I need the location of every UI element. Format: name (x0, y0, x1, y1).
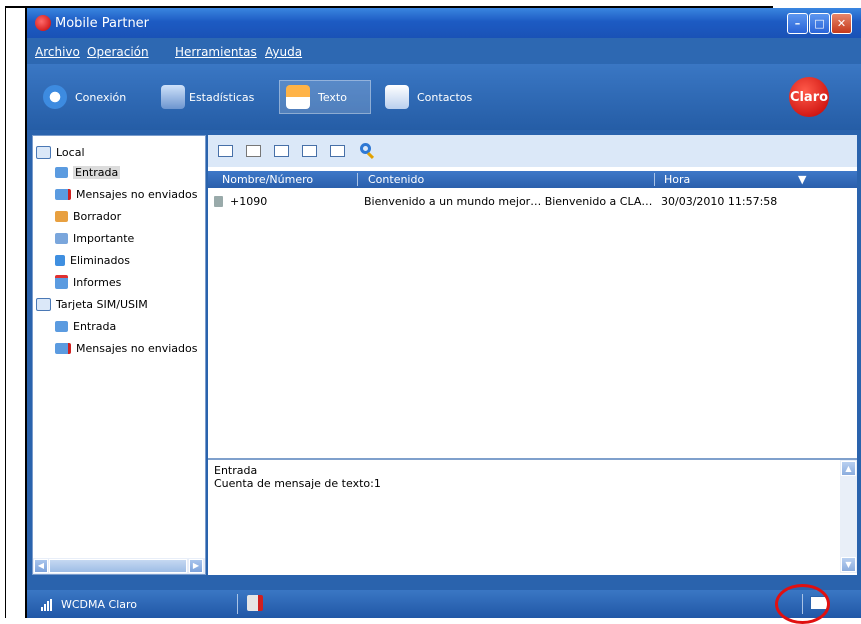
tree-item-eliminados[interactable]: Eliminados (55, 251, 130, 269)
refresh-icon (43, 85, 67, 109)
toolbar-texto[interactable]: Texto (279, 80, 371, 114)
tree-item-label: Importante (73, 231, 135, 245)
draft-icon (55, 210, 68, 222)
maximize-button[interactable]: □ (809, 13, 830, 34)
app-window: Mobile Partner – □ ✕ Archivo Operación H… (27, 8, 861, 618)
tree-item-label: Tarjeta SIM/USIM (56, 297, 148, 311)
menu-herramientas[interactable]: Herramientas (175, 45, 257, 59)
monitor-icon (161, 85, 185, 109)
toolbar-contactos[interactable]: Contactos (385, 80, 472, 114)
report-icon (55, 275, 68, 289)
scroll-up-icon[interactable]: ▲ (841, 461, 856, 476)
menu-archivo[interactable]: Archivo (35, 45, 80, 59)
column-header-time[interactable]: Hora (664, 173, 690, 186)
inbox-icon (55, 166, 68, 178)
message-list-header: Nombre/Número Contenido Hora ▼ (208, 171, 857, 188)
open-message-icon[interactable] (330, 145, 345, 157)
scroll-left-icon[interactable]: ◀ (34, 559, 48, 573)
delete-message-icon[interactable] (246, 145, 261, 157)
sidebar-horizontal-scrollbar[interactable]: ◀ ▶ (33, 558, 205, 574)
tree-item-mensajes-no-enviados[interactable]: Mensajes no enviados (55, 185, 197, 203)
message-content: Bienvenido a un mundo mejor… Bienvenido … (364, 195, 653, 208)
inbox-icon (55, 320, 68, 332)
preview-vertical-scrollbar[interactable]: ▲ ▼ (840, 460, 857, 573)
scroll-thumb[interactable] (49, 559, 187, 573)
column-header-content[interactable]: Contenido (368, 173, 424, 186)
message-panel: Nombre/Número Contenido Hora ▼ +1090 Bie… (208, 135, 857, 575)
minimize-button[interactable]: – (787, 13, 808, 34)
signal-strength-icon (41, 599, 55, 611)
envelope-icon (286, 85, 310, 109)
toolbar-texto-label: Texto (318, 90, 347, 104)
message-toolbar (208, 135, 857, 167)
title-bar: Mobile Partner – □ ✕ (27, 8, 861, 38)
message-preview: Entrada Cuenta de mensaje de texto:1 ▲ ▼ (208, 458, 857, 575)
tree-item-local[interactable]: Local (36, 143, 85, 161)
column-header-name[interactable]: Nombre/Número (222, 173, 313, 186)
maximize-icon: □ (814, 17, 825, 30)
tree-item-label: Local (56, 145, 85, 159)
frame-line-left (5, 6, 6, 618)
column-filter-icon[interactable]: ▼ (798, 173, 806, 186)
menu-operacion[interactable]: Operación (87, 45, 149, 59)
forward-icon[interactable] (302, 145, 317, 157)
unsent-icon (55, 342, 71, 354)
preview-count: Cuenta de mensaje de texto:1 (214, 477, 381, 490)
toolbar-estadisticas[interactable]: Estadísticas (161, 80, 254, 114)
new-message-icon[interactable] (218, 145, 233, 157)
message-sender: +1090 (230, 195, 268, 208)
preview-folder: Entrada (214, 464, 258, 477)
main-toolbar: Conexión Estadísticas Texto Contactos Cl… (27, 64, 861, 130)
close-icon: ✕ (836, 17, 847, 30)
tree-item-label: Entrada (73, 165, 121, 179)
column-divider (357, 173, 358, 186)
tree-item-borrador[interactable]: Borrador (55, 207, 121, 225)
folder-tree: Local Entrada Mensajes no enviados Borra… (32, 135, 206, 575)
folder-icon (36, 145, 51, 159)
tree-item-label: Entrada (73, 319, 117, 333)
tree-item-label: Mensajes no enviados (76, 341, 198, 355)
menu-bar: Archivo Operación Herramientas Ayuda (27, 38, 861, 64)
toolbar-contactos-label: Contactos (417, 90, 473, 104)
status-divider (237, 594, 238, 614)
tree-item-sim-mensajes-no-enviados[interactable]: Mensajes no enviados (55, 339, 197, 357)
tree-item-label: Eliminados (70, 253, 130, 267)
network-status: WCDMA Claro (61, 598, 138, 611)
tree-item-label: Borrador (73, 209, 122, 223)
contacts-icon (385, 85, 409, 109)
reply-icon[interactable] (274, 145, 289, 157)
window-title: Mobile Partner (55, 16, 150, 31)
scroll-down-icon[interactable]: ▼ (841, 557, 856, 572)
tree-item-entrada[interactable]: Entrada (55, 163, 121, 181)
minimize-icon: – (794, 17, 801, 30)
close-button[interactable]: ✕ (831, 13, 852, 34)
tree-item-tarjeta-sim[interactable]: Tarjeta SIM/USIM (36, 295, 148, 313)
scroll-right-icon[interactable]: ▶ (189, 559, 203, 573)
tree-item-label: Mensajes no enviados (76, 187, 198, 201)
tree-item-sim-entrada[interactable]: Entrada (55, 317, 116, 335)
message-sim-icon (214, 196, 223, 207)
tree-item-informes[interactable]: Informes (55, 273, 121, 291)
tree-item-label: Informes (73, 275, 122, 289)
column-divider (654, 173, 655, 186)
unsent-icon (55, 188, 71, 200)
search-icon-handle (366, 151, 375, 160)
message-row[interactable]: +1090 Bienvenido a un mundo mejor… Bienv… (208, 193, 857, 211)
toolbar-estadisticas-label: Estadísticas (189, 90, 255, 104)
app-icon (35, 15, 51, 31)
toolbar-conexion-label: Conexión (75, 90, 127, 104)
highlight-circle (775, 584, 830, 624)
message-time: 30/03/2010 11:57:58 (661, 195, 778, 208)
sms-error-icon[interactable] (247, 595, 263, 611)
claro-logo: Claro (789, 77, 829, 117)
status-bar: WCDMA Claro (27, 590, 861, 618)
trash-icon (55, 254, 65, 266)
menu-ayuda[interactable]: Ayuda (265, 45, 302, 59)
toolbar-conexion[interactable]: Conexión (43, 80, 126, 114)
important-icon (55, 232, 68, 244)
tree-item-importante[interactable]: Importante (55, 229, 134, 247)
main-content: Local Entrada Mensajes no enviados Borra… (27, 130, 861, 590)
folder-icon (36, 297, 51, 311)
